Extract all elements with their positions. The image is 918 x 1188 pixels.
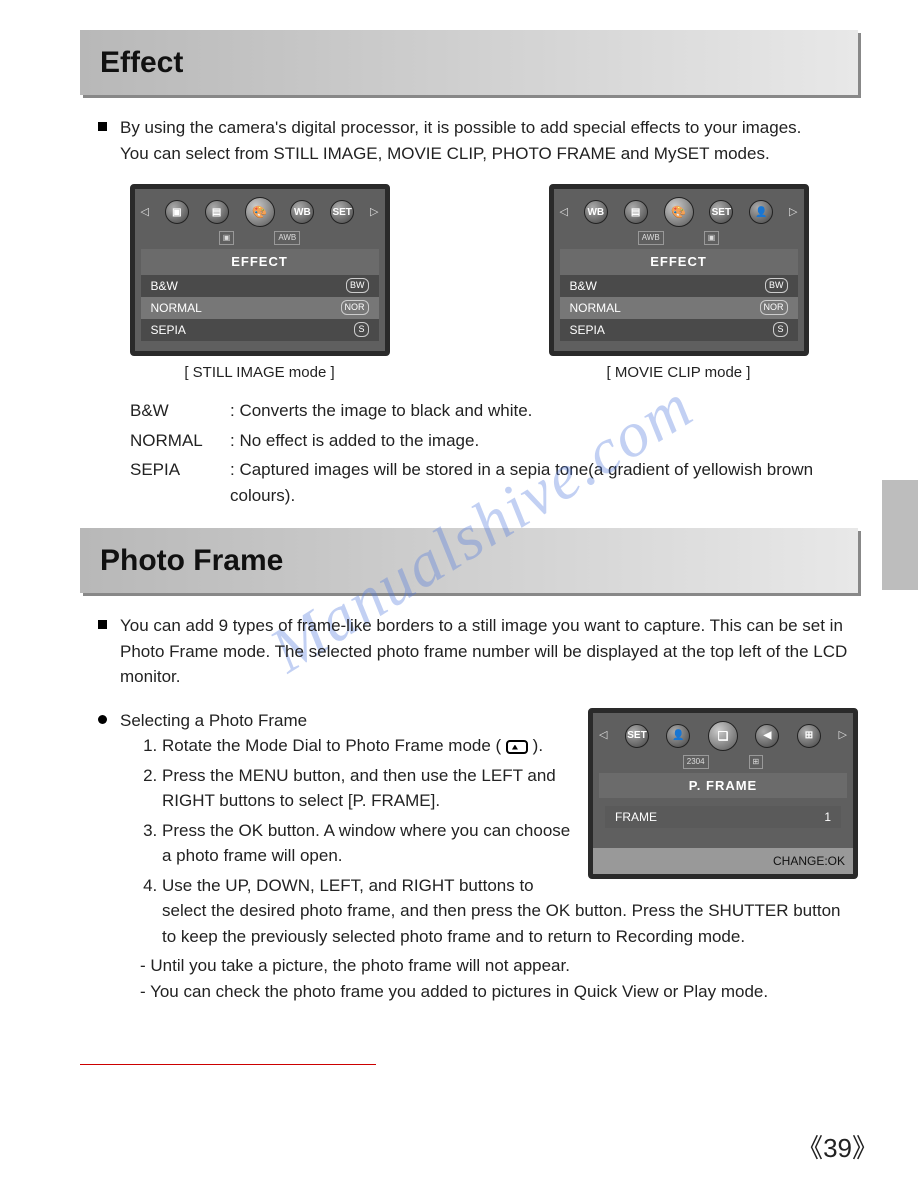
photoframe-selecting: Selecting a Photo Frame ◁ SET 👤 ❏ ◀ ⊞ ▷ … <box>120 708 858 1005</box>
grid-sub-icon: ⊞ <box>749 755 764 769</box>
sub-icon: ▣ <box>704 231 720 245</box>
menu-item-tag: S <box>354 322 368 338</box>
menu-item-sepia: SEPIA S <box>560 319 798 341</box>
menu-item-label: NORMAL <box>570 299 621 317</box>
awb-label: AWB <box>274 231 300 245</box>
side-thumb-tab <box>882 480 918 590</box>
menu-title-pframe: P. FRAME <box>599 773 847 799</box>
menu-item-sepia: SEPIA S <box>141 319 379 341</box>
grid-icon: ⊞ <box>797 724 821 748</box>
section-title-photoframe: Photo Frame <box>100 538 838 583</box>
effect-intro-line1: By using the camera's digital processor,… <box>120 118 801 137</box>
frame-mode-glyph-icon <box>506 740 528 754</box>
effect-definitions: B&W Converts the image to black and whit… <box>130 398 858 508</box>
note-2: - You can check the photo frame you adde… <box>140 979 858 1005</box>
menu-item-tag: BW <box>346 278 369 294</box>
lcd-pframe: ◁ SET 👤 ❏ ◀ ⊞ ▷ 2304 ⊞ P. FRAME FRAME 1 C… <box>588 708 858 880</box>
menu-title-effect: EFFECT <box>141 249 379 275</box>
resolution-badge: 2304 <box>683 755 709 769</box>
frame-mode-icon: ❏ <box>708 721 738 751</box>
menu-item-label: B&W <box>570 277 597 295</box>
effect-intro-line2: You can select from STILL IMAGE, MOVIE C… <box>120 144 770 163</box>
menu-item-tag: S <box>773 322 787 338</box>
metering-icon: ▣ <box>165 200 189 224</box>
pframe-screen: ◁ SET 👤 ❏ ◀ ⊞ ▷ 2304 ⊞ P. FRAME FRAME 1 C… <box>588 708 858 880</box>
pframe-row-value: 1 <box>824 808 831 826</box>
nav-right-icon: ▷ <box>789 204 797 221</box>
step-4: Use the UP, DOWN, LEFT, and RIGHT button… <box>162 873 858 950</box>
step-1-text: Rotate the Mode Dial to Photo Frame mode… <box>162 736 506 755</box>
menu-item-label: NORMAL <box>151 299 202 317</box>
menu-item-label: SEPIA <box>151 321 186 339</box>
nav-right-icon: ▷ <box>370 204 378 221</box>
nav-left-icon: ◁ <box>141 204 149 221</box>
palette-icon: 🎨 <box>245 197 275 227</box>
menu-item-normal: NORMAL NOR <box>141 297 379 319</box>
menu-item-bw: B&W BW <box>141 275 379 297</box>
menu-item-label: B&W <box>151 277 178 295</box>
pframe-row-label: FRAME <box>615 808 657 826</box>
nav-prev-icon: ◀ <box>755 724 779 748</box>
page-number: 《39》 <box>797 1129 878 1168</box>
effect-intro: By using the camera's digital processor,… <box>120 115 858 166</box>
lcd-movie-clip: ◁ WB ▤ 🎨 SET 👤 ▷ AWB ▣ EFFECT B&W BW NORM… <box>549 184 809 356</box>
caption-still: [ STILL IMAGE mode ] <box>130 362 390 385</box>
awb-label: AWB <box>638 231 664 245</box>
section-title-effect: Effect <box>100 40 838 85</box>
sharpness-icon: ▤ <box>624 200 648 224</box>
section-header-photoframe: Photo Frame <box>80 528 858 593</box>
set-icon: SET <box>709 200 733 224</box>
manual-page: Effect By using the camera's digital pro… <box>0 0 918 1097</box>
palette-icon: 🎨 <box>664 197 694 227</box>
section-header-effect: Effect <box>80 30 858 95</box>
nav-left-icon: ◁ <box>560 204 568 221</box>
menu-item-tag: NOR <box>341 300 369 316</box>
photoframe-intro-text: You can add 9 types of frame-like border… <box>120 616 847 686</box>
effect-screen-movie: ◁ WB ▤ 🎨 SET 👤 ▷ AWB ▣ EFFECT B&W BW NORM… <box>549 184 809 384</box>
def-desc-bw: Converts the image to black and white. <box>230 401 532 420</box>
photoframe-intro: You can add 9 types of frame-like border… <box>120 613 858 690</box>
def-term-normal: NORMAL <box>130 428 230 454</box>
nav-left-icon: ◁ <box>599 727 607 744</box>
lcd-still-image: ◁ ▣ ▤ 🎨 WB SET ▷ ▣ AWB EFFECT B&W BW NORM… <box>130 184 390 356</box>
note-1: - Until you take a picture, the photo fr… <box>140 953 858 979</box>
menu-title-effect: EFFECT <box>560 249 798 275</box>
pframe-row: FRAME 1 <box>605 806 841 828</box>
menu-item-tag: NOR <box>760 300 788 316</box>
def-desc-sepia: Captured images will be stored in a sepi… <box>230 460 813 505</box>
sharpness-icon: ▤ <box>205 200 229 224</box>
footer-rule <box>80 1064 376 1065</box>
wb-icon: WB <box>290 200 314 224</box>
nav-right-icon: ▷ <box>838 727 846 744</box>
set-icon: SET <box>330 200 354 224</box>
page-number-value: 39 <box>823 1133 852 1163</box>
menu-item-label: SEPIA <box>570 321 605 339</box>
menu-item-bw: B&W BW <box>560 275 798 297</box>
set-icon: SET <box>625 724 649 748</box>
person-icon: 👤 <box>666 724 690 748</box>
pframe-footer: CHANGE:OK <box>593 848 853 874</box>
caption-movie: [ MOVIE CLIP mode ] <box>549 362 809 385</box>
person-icon: 👤 <box>749 200 773 224</box>
menu-item-tag: BW <box>765 278 788 294</box>
def-term-sepia: SEPIA <box>130 457 230 508</box>
effect-screens-row: ◁ ▣ ▤ 🎨 WB SET ▷ ▣ AWB EFFECT B&W BW NORM… <box>80 184 858 384</box>
def-desc-normal: No effect is added to the image. <box>230 431 479 450</box>
effect-screen-still: ◁ ▣ ▤ 🎨 WB SET ▷ ▣ AWB EFFECT B&W BW NORM… <box>130 184 390 384</box>
def-term-bw: B&W <box>130 398 230 424</box>
photoframe-subhead: Selecting a Photo Frame <box>120 711 307 730</box>
wb-icon: WB <box>584 200 608 224</box>
menu-item-normal: NORMAL NOR <box>560 297 798 319</box>
sub-icon: ▣ <box>219 231 235 245</box>
